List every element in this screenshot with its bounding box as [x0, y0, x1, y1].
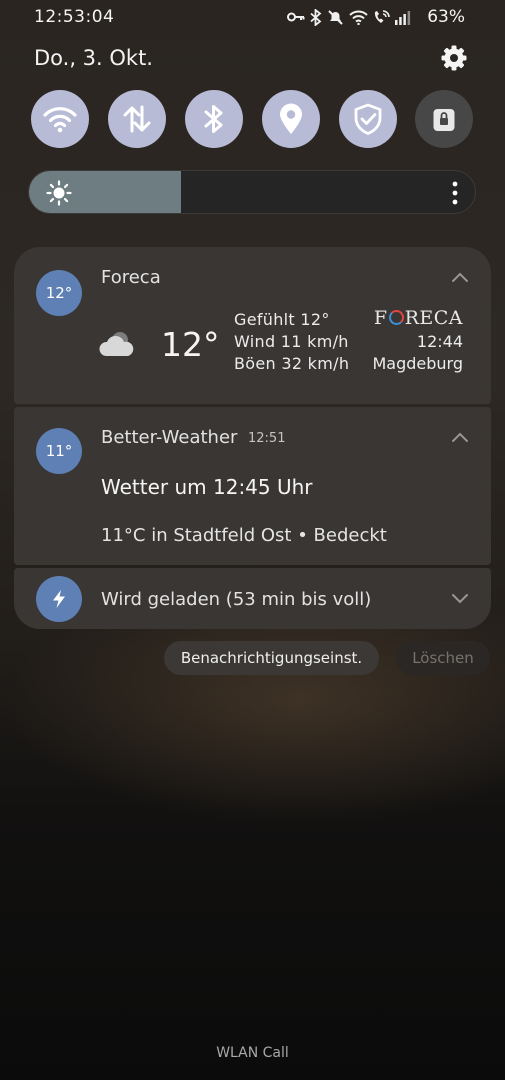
foreca-logo-ring	[388, 310, 404, 325]
wifi-icon	[349, 10, 368, 25]
better-weather-temp-badge: 11°	[36, 428, 82, 474]
foreca-wind: Wind 11 km/h	[234, 332, 349, 351]
key-icon	[287, 12, 305, 22]
bluetooth-icon	[310, 8, 322, 26]
brightness-slider[interactable]	[28, 170, 476, 214]
chevron-up-icon[interactable]	[451, 271, 469, 283]
cloud-icon	[99, 332, 134, 356]
toggle-location[interactable]	[262, 90, 320, 148]
foreca-logo-left: F	[373, 307, 388, 329]
wifi-call-icon	[374, 10, 390, 23]
foreca-meta: 12:44 Magdeburg	[372, 331, 463, 375]
foreca-felt: Gefühlt 12°	[234, 310, 330, 329]
toggle-bluetooth[interactable]	[185, 90, 243, 148]
foreca-city: Magdeburg	[372, 354, 463, 373]
sun-icon	[46, 180, 72, 206]
toggle-wifi[interactable]	[31, 90, 89, 148]
foreca-logo: F RECA	[374, 307, 463, 329]
lightning-icon	[53, 590, 65, 608]
chevron-down-icon[interactable]	[451, 592, 469, 604]
gear-icon	[441, 45, 467, 71]
status-icons	[287, 7, 411, 27]
shield-check-icon	[354, 103, 382, 135]
notification-better-weather[interactable]: 11° Better-Weather 12:51 Wetter um 12:45…	[14, 407, 491, 565]
clear-button[interactable]: Löschen	[396, 641, 490, 675]
settings-button[interactable]	[440, 44, 468, 72]
status-time: 12:53:04	[34, 7, 115, 27]
chevron-up-icon[interactable]	[451, 431, 469, 443]
toggle-mobile-data[interactable]	[108, 90, 166, 148]
carrier-label: WLAN Call	[216, 1045, 289, 1061]
better-weather-title: Wetter um 12:45 Uhr	[101, 475, 313, 499]
status-bar: 12:53:04 63%	[0, 0, 505, 34]
notification-settings-button[interactable]: Benachrichtigungseinst.	[164, 641, 379, 675]
better-weather-subtitle: 11°C in Stadtfeld Ost • Bedeckt	[101, 525, 387, 546]
bluetooth-icon	[204, 105, 223, 133]
lock-folder-icon	[433, 109, 455, 131]
toggle-secure-folder[interactable]	[415, 90, 473, 148]
foreca-app-name: Foreca	[101, 267, 161, 288]
mute-icon	[328, 9, 343, 25]
toggle-secure-wifi[interactable]	[339, 90, 397, 148]
better-weather-time: 12:51	[248, 431, 286, 446]
wifi-icon	[43, 107, 77, 133]
location-pin-icon	[280, 103, 302, 134]
better-weather-app-name: Better-Weather	[101, 427, 238, 448]
signal-icon	[395, 10, 411, 25]
foreca-details: Gefühlt 12° Wind 11 km/h Böen 32 km/h	[234, 309, 349, 375]
date-label: Do., 3. Okt.	[34, 46, 153, 70]
foreca-temp-badge: 12°	[36, 270, 82, 316]
charging-text: Wird geladen (53 min bis voll)	[101, 589, 372, 610]
notification-charging[interactable]: Wird geladen (53 min bis voll)	[14, 568, 491, 629]
quick-settings-row	[31, 90, 475, 148]
charging-badge	[36, 576, 82, 622]
foreca-logo-right: RECA	[404, 307, 463, 329]
battery-percent: 63%	[427, 7, 465, 27]
foreca-temperature: 12°	[161, 325, 220, 364]
notification-foreca[interactable]: 12° Foreca 12° Gefühlt 12° Wind 11 km/h …	[14, 247, 491, 404]
data-transfer-icon	[123, 105, 151, 133]
foreca-gusts: Böen 32 km/h	[234, 354, 350, 373]
foreca-time: 12:44	[416, 332, 463, 351]
more-options-icon[interactable]	[451, 181, 459, 205]
